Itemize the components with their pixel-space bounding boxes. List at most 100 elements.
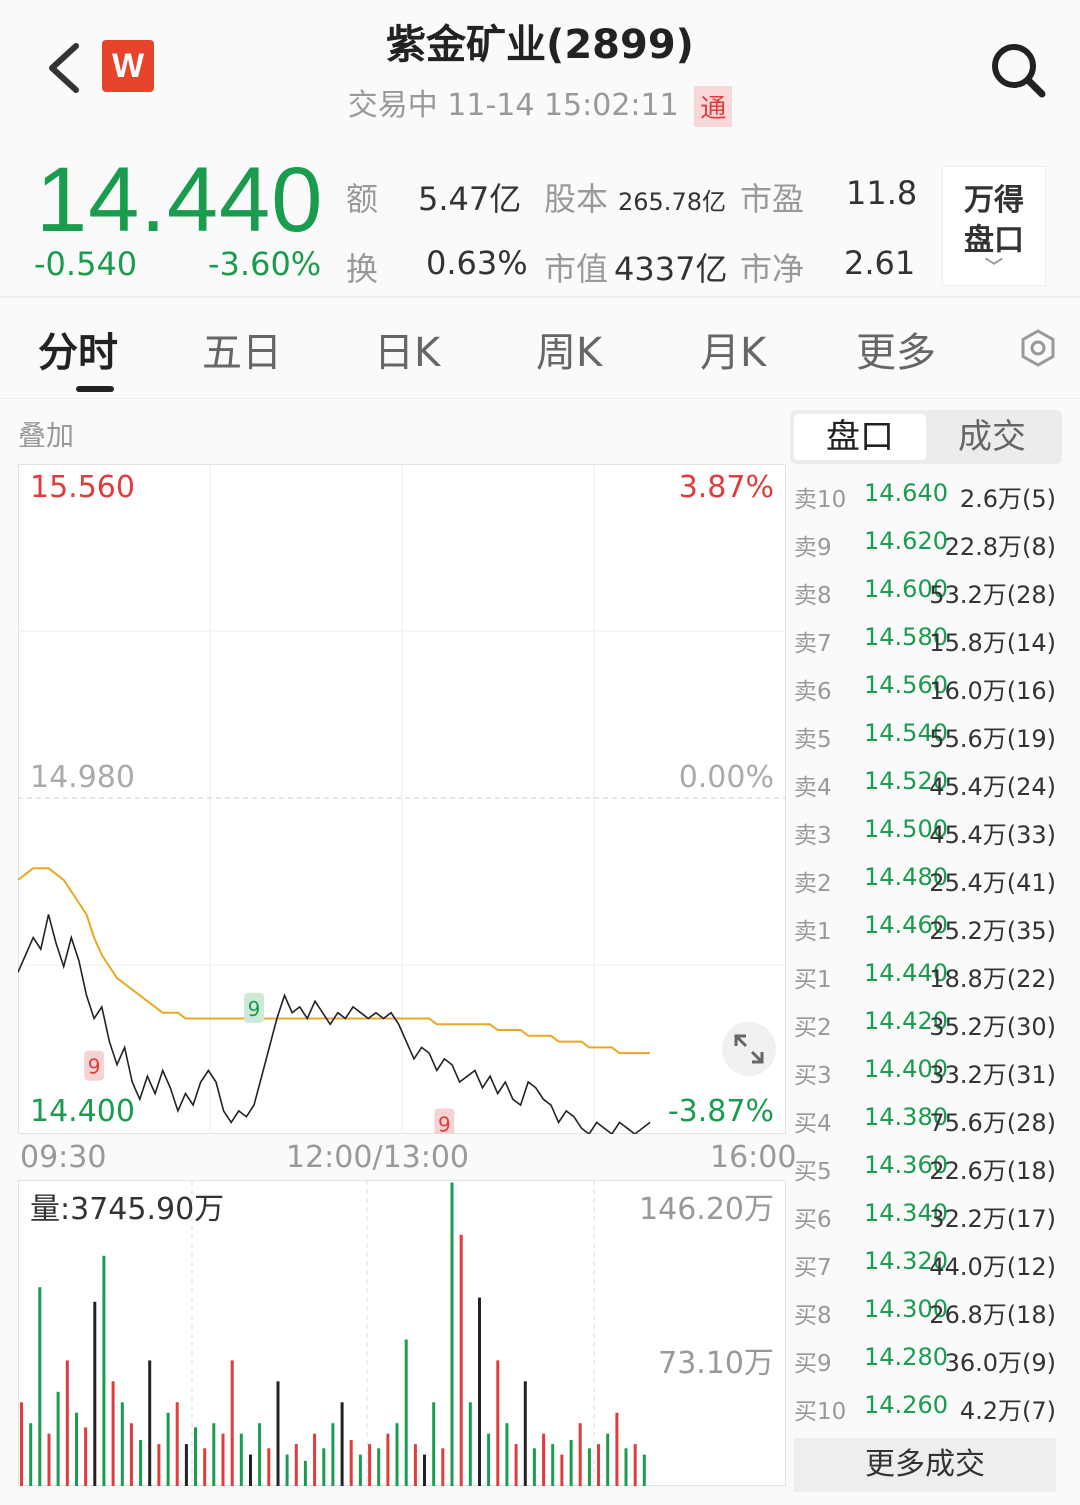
- orderbook-row[interactable]: 买4 14.380 75.6万(28): [794, 1103, 1058, 1152]
- orderbook-level: 卖1: [794, 919, 832, 945]
- stat-label-turnover: 换: [346, 250, 379, 288]
- orderbook-level: 卖8: [794, 583, 832, 609]
- stock-title: 紫金矿业(2899): [386, 22, 694, 68]
- orderbook-volume: 4.2万(7): [959, 1397, 1056, 1425]
- expand-chart-button[interactable]: [722, 1022, 776, 1076]
- chart-marker[interactable]: 9: [244, 992, 265, 1023]
- orderbook-row[interactable]: 买7 14.320 44.0万(12): [794, 1247, 1058, 1296]
- orderbook-row[interactable]: 买10 14.260 4.2万(7): [794, 1391, 1058, 1440]
- wande-panel-button[interactable]: 万得 盘口 ﹀: [942, 166, 1046, 286]
- orderbook-volume: 16.0万(16): [929, 677, 1056, 705]
- volume-bar: [587, 1448, 591, 1486]
- volume-bar: [423, 1454, 426, 1486]
- stat-value-pb: 2.61: [844, 244, 916, 282]
- volume-bar: [386, 1433, 390, 1486]
- orderbook-volume: 55.6万(19): [929, 725, 1056, 753]
- orderbook-level: 买2: [794, 1015, 832, 1041]
- svg-text:9: 9: [88, 1055, 101, 1079]
- tab-intraday[interactable]: 分时: [38, 320, 118, 378]
- x-label-midday: 12:00/13:00: [286, 1140, 470, 1175]
- orderbook-row[interactable]: 买3 14.400 33.2万(31): [794, 1055, 1058, 1104]
- orderbook-level: 卖6: [794, 679, 832, 705]
- orderbook-level: 卖7: [794, 631, 832, 657]
- volume-bar: [29, 1423, 33, 1486]
- orderbook-row[interactable]: 卖8 14.600 53.2万(28): [794, 575, 1058, 624]
- orderbook-row[interactable]: 买8 14.300 26.8万(18): [794, 1295, 1058, 1344]
- price-change: -0.540: [34, 245, 138, 283]
- orderbook-row[interactable]: 买6 14.340 32.2万(17): [794, 1199, 1058, 1248]
- search-icon[interactable]: [988, 40, 1048, 100]
- volume-bar: [450, 1182, 454, 1486]
- volume-bar: [75, 1412, 78, 1486]
- orderbook-row[interactable]: 买1 14.440 18.8万(22): [794, 959, 1058, 1008]
- orderbook-level: 买1: [794, 967, 832, 993]
- orderbook-row[interactable]: 买2 14.420 35.2万(30): [794, 1007, 1058, 1056]
- volume-bar: [468, 1402, 472, 1486]
- tab-weekly-k[interactable]: 周K: [536, 320, 602, 378]
- orderbook-volume: 45.4万(24): [929, 773, 1056, 801]
- tong-badge: 通: [694, 86, 733, 127]
- orderbook-row[interactable]: 卖7 14.580 15.8万(14): [794, 623, 1058, 672]
- stat-value-pe: 11.8: [846, 174, 918, 212]
- more-trades-button[interactable]: 更多成交: [794, 1438, 1056, 1492]
- volume-bar: [102, 1255, 106, 1486]
- orderbook-level: 买4: [794, 1111, 832, 1137]
- volume-bar: [413, 1444, 417, 1486]
- orderbook-level: 买6: [794, 1207, 832, 1233]
- settings-icon[interactable]: [1018, 328, 1058, 368]
- pct-label-mid: 0.00%: [678, 760, 774, 795]
- overlay-button[interactable]: 叠加: [18, 414, 74, 454]
- orderbook-price: 14.280: [864, 1343, 948, 1371]
- orderbook-row[interactable]: 卖6 14.560 16.0万(16): [794, 671, 1058, 720]
- x-label-open: 09:30: [20, 1140, 107, 1175]
- stat-value-market-cap: 4337亿: [614, 250, 728, 288]
- stat-label-share-capital: 股本: [544, 180, 609, 218]
- stat-label-market-cap: 市值: [544, 250, 609, 288]
- orderbook-row[interactable]: 卖5 14.540 55.6万(19): [794, 719, 1058, 768]
- orderbook-level: 买10: [794, 1399, 847, 1425]
- orderbook-row[interactable]: 卖1 14.460 25.2万(35): [794, 911, 1058, 960]
- volume-bar: [642, 1454, 646, 1486]
- volume-bar: [624, 1448, 628, 1486]
- orderbook-row[interactable]: 买9 14.280 36.0万(9): [794, 1343, 1058, 1392]
- volume-bar: [496, 1360, 500, 1486]
- orderbook-volume: 22.8万(8): [944, 533, 1056, 561]
- orderbook-row[interactable]: 卖9 14.620 22.8万(8): [794, 527, 1058, 576]
- volume-bar: [322, 1448, 326, 1486]
- volume-bar: [221, 1433, 225, 1486]
- orderbook-level: 卖3: [794, 823, 832, 849]
- tab-five-day[interactable]: 五日: [202, 320, 282, 378]
- volume-bar: [249, 1454, 252, 1486]
- volume-bar: [157, 1444, 161, 1486]
- orderbook-row[interactable]: 买5 14.360 22.6万(18): [794, 1151, 1058, 1200]
- orderbook-volume: 53.2万(28): [929, 581, 1056, 609]
- volume-bar: [313, 1433, 317, 1486]
- tab-more[interactable]: 更多: [856, 320, 936, 378]
- orderbook-volume: 18.8万(22): [929, 965, 1056, 993]
- svg-text:9: 9: [248, 997, 261, 1021]
- volume-bar: [615, 1412, 619, 1486]
- orderbook-price: 14.620: [864, 527, 948, 555]
- tab-orderbook[interactable]: 盘口: [794, 414, 926, 460]
- chevron-down-icon: ﹀: [985, 257, 1003, 278]
- tab-daily-k[interactable]: 日K: [374, 320, 440, 378]
- price-change-pct: -3.60%: [208, 245, 322, 283]
- volume-bar: [395, 1423, 399, 1486]
- chart-marker[interactable]: 9: [434, 1108, 455, 1134]
- volume-bar: [93, 1301, 97, 1486]
- orderbook-row[interactable]: 卖10 14.640 2.6万(5): [794, 479, 1058, 528]
- orderbook-level: 买9: [794, 1351, 832, 1377]
- wande-label-2: 盘口: [964, 223, 1024, 258]
- tab-monthly-k[interactable]: 月K: [700, 320, 766, 378]
- tab-trades[interactable]: 成交: [926, 414, 1058, 460]
- volume-bar: [487, 1433, 491, 1486]
- chart-marker[interactable]: 9: [84, 1050, 105, 1081]
- volume-bar: [20, 1402, 23, 1486]
- orderbook-volume: 35.2万(30): [929, 1013, 1056, 1041]
- orderbook-row[interactable]: 卖4 14.520 45.4万(24): [794, 767, 1058, 816]
- orderbook-row[interactable]: 卖3 14.500 45.4万(33): [794, 815, 1058, 864]
- orderbook-row[interactable]: 卖2 14.480 25.4万(41): [794, 863, 1058, 912]
- volume-bar: [294, 1444, 298, 1486]
- trading-status: 交易中 11-14 15:02:11 通: [0, 80, 1080, 127]
- expand-arrows-icon: [734, 1034, 764, 1064]
